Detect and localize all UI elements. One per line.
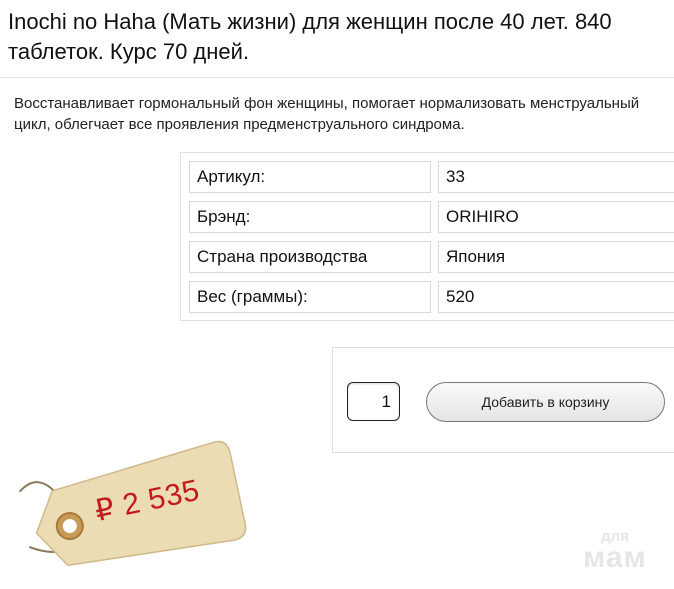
product-description: Восстанавливает гормональный фон женщины…	[14, 95, 640, 133]
product-title: Inochi no Haha (Мать жизни) для женщин п…	[8, 9, 612, 64]
property-key: Артикул:	[189, 161, 431, 193]
watermark-logo: для мам	[570, 529, 660, 574]
property-key: Брэнд:	[189, 201, 431, 233]
property-key: Страна производства	[189, 241, 431, 273]
table-row: Вес (граммы): 520	[189, 281, 674, 313]
table-row: Артикул: 33	[189, 161, 674, 193]
watermark-line2: мам	[583, 541, 647, 574]
buy-box: Добавить в корзину	[332, 347, 674, 453]
table-row: Страна производства Япония	[189, 241, 674, 273]
property-value: Япония	[438, 241, 674, 273]
table-row: Брэнд: ORIHIRO	[189, 201, 674, 233]
properties-table: Артикул: 33 Брэнд: ORIHIRO Страна произв…	[180, 152, 674, 321]
add-to-cart-button[interactable]: Добавить в корзину	[426, 382, 665, 422]
property-value: ORIHIRO	[438, 201, 674, 233]
quantity-input[interactable]	[347, 382, 400, 421]
product-header: Inochi no Haha (Мать жизни) для женщин п…	[0, 0, 674, 78]
price-tag: ₽ 2 535	[9, 433, 253, 589]
property-key: Вес (граммы):	[189, 281, 431, 313]
property-value: 520	[438, 281, 674, 313]
property-value: 33	[438, 161, 674, 193]
